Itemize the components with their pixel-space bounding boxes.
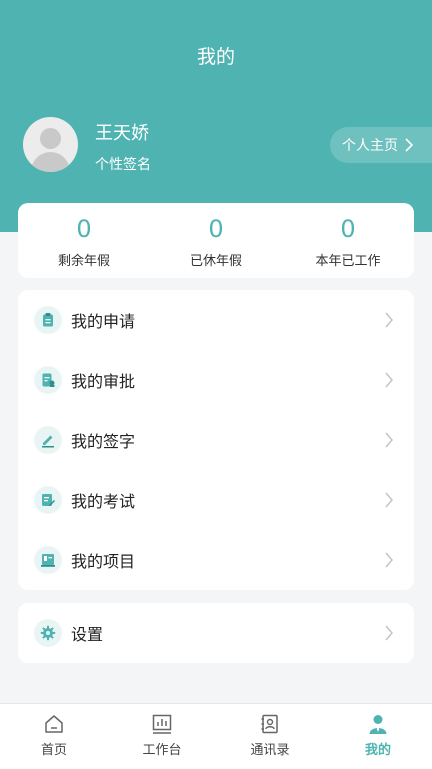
menu-item-my-approvals[interactable]: 我的审批	[18, 350, 414, 410]
menu-item-label: 我的签字	[71, 432, 136, 451]
menu-item-label: 我的考试	[71, 492, 136, 511]
profile-home-label: 个人主页	[342, 138, 398, 154]
menu-item-my-projects[interactable]: 我的项目	[18, 530, 414, 590]
menu-item-label: 我的项目	[71, 552, 136, 571]
profile-header: 我的 王天娇 个性签名 个人主页	[0, 0, 432, 232]
stat-used-leave[interactable]: 0 已休年假	[150, 203, 282, 278]
menu-item-label: 我的审批	[71, 372, 136, 391]
profile-home-button[interactable]: 个人主页	[330, 127, 432, 163]
menu-item-my-exams[interactable]: 我的考试	[18, 470, 414, 530]
stat-label: 剩余年假	[57, 254, 110, 269]
tab-mine[interactable]: 我的	[324, 704, 432, 769]
chevron-right-icon	[385, 372, 393, 388]
exam-icon	[34, 486, 62, 514]
page-title: 我的	[196, 46, 235, 68]
tab-label: 首页	[40, 743, 67, 758]
chevron-right-icon	[385, 625, 393, 641]
stat-value: 0	[208, 215, 224, 243]
menu-item-my-applications[interactable]: 我的申请	[18, 290, 414, 350]
stat-label: 本年已工作	[315, 254, 381, 269]
clipboard-icon	[34, 306, 62, 334]
chevron-right-icon	[385, 492, 393, 508]
bottom-tab-bar: 首页 工作台 通讯录 我的	[0, 703, 432, 769]
gear-icon	[34, 619, 62, 647]
tab-home[interactable]: 首页	[0, 704, 108, 769]
stat-value: 0	[76, 215, 92, 243]
tab-label: 通讯录	[250, 743, 290, 758]
settings-label: 设置	[71, 625, 104, 644]
stat-value: 0	[340, 215, 356, 243]
menu-item-settings[interactable]: 设置	[18, 603, 414, 663]
chevron-right-icon	[385, 552, 393, 568]
stat-worked-this-year[interactable]: 0 本年已工作	[282, 203, 414, 278]
user-signature[interactable]: 个性签名	[95, 154, 151, 174]
leave-stats: 0 剩余年假 0 已休年假 0 本年已工作	[18, 203, 414, 278]
chevron-right-icon	[405, 138, 414, 152]
settings-card: 设置	[18, 603, 414, 663]
stat-remaining-leave[interactable]: 0 剩余年假	[18, 203, 150, 278]
chart-board-icon	[152, 714, 172, 734]
tab-contacts[interactable]: 通讯录	[216, 704, 324, 769]
user-name: 王天娇	[95, 123, 149, 144]
tab-workbench[interactable]: 工作台	[108, 704, 216, 769]
menu-item-label: 我的申请	[71, 312, 136, 331]
menu-list: 我的申请 我的审批 我的签字 我的考试 我的项目	[18, 290, 414, 590]
contacts-icon	[261, 714, 278, 734]
chevron-right-icon	[385, 312, 393, 328]
avatar[interactable]	[23, 117, 78, 172]
tab-label: 我的	[364, 743, 391, 758]
approval-icon	[34, 366, 62, 394]
project-icon	[34, 546, 62, 574]
stat-label: 已休年假	[189, 254, 242, 269]
pen-icon	[34, 426, 62, 454]
chevron-right-icon	[385, 432, 393, 448]
menu-item-my-signatures[interactable]: 我的签字	[18, 410, 414, 470]
person-icon	[369, 715, 387, 734]
home-icon	[45, 715, 63, 733]
tab-label: 工作台	[142, 743, 182, 758]
